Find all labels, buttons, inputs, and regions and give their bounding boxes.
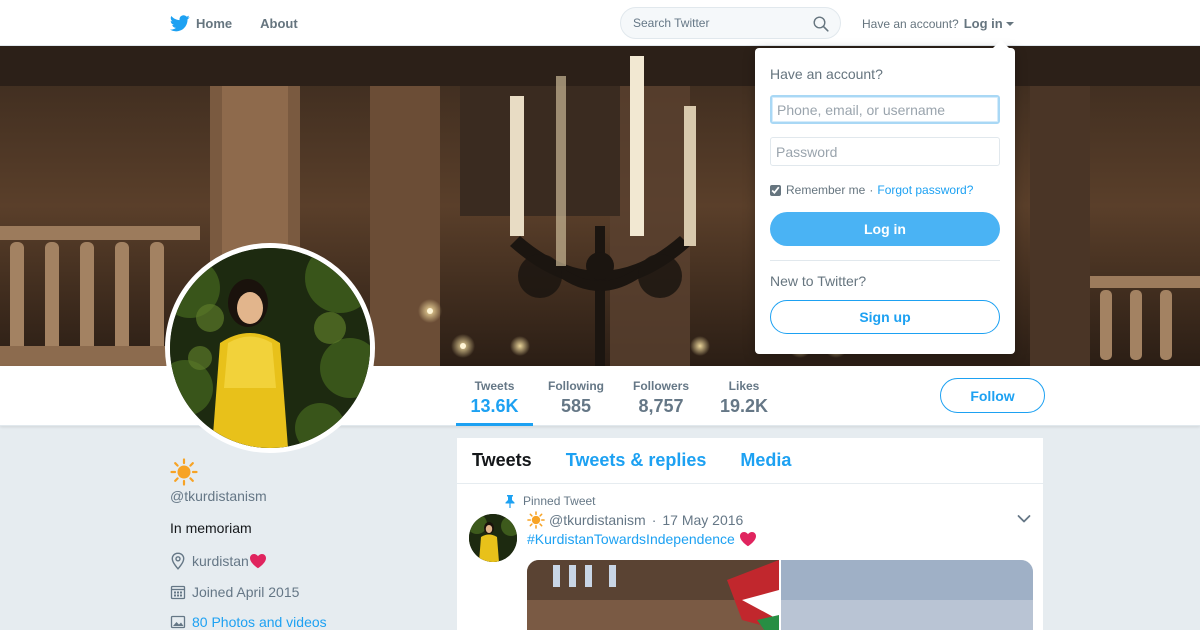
separator-dot: · [869,183,874,197]
nav-left: Home About [170,0,326,46]
username-input[interactable] [770,95,1000,124]
nav-home[interactable]: Home [170,14,233,32]
avatar-image [170,248,370,448]
profile-photos-link[interactable]: 80 Photos and videos [192,614,327,630]
profile-card: @tkurdistanism In memoriam kurdistan Joi… [170,458,430,630]
tweet-hashtag[interactable]: #KurdistanTowardsIndependence [527,531,735,547]
signup-button[interactable]: Sign up [770,300,1000,334]
location-pin-icon [171,552,185,570]
tab-media[interactable]: Media [740,450,791,471]
tweet-handle[interactable]: @tkurdistanism [549,512,646,528]
display-name [170,458,430,488]
tweet-header: @tkurdistanism · 17 May 2016 [527,511,743,529]
tweet-avatar[interactable] [469,514,517,562]
search-icon[interactable] [813,16,829,32]
login-dropdown: Have an account? Remember me · Forgot pa… [755,40,1015,354]
stat-following-value: 585 [560,396,592,416]
have-account-text: Have an account? [862,16,959,31]
stat-following[interactable]: Following 585 [543,366,609,426]
tweet-dot-separator: · [651,512,657,528]
profile-joined-text: Joined April 2015 [192,584,300,600]
profile-joined: Joined April 2015 [170,584,430,600]
tweet-text: #KurdistanTowardsIndependence [527,531,757,547]
timeline-tabs: Tweets Tweets & replies Media [457,438,1043,484]
profile-location-text: kurdistan [192,553,249,569]
follow-button[interactable]: Follow [940,378,1045,413]
stat-likes[interactable]: Likes 19.2K [714,366,774,426]
tweet-media[interactable] [527,560,1033,630]
caret-down-icon [1005,21,1014,26]
stat-likes-value: 19.2K [719,396,769,416]
stat-tweets-value: 13.6K [470,396,519,416]
stat-tweets[interactable]: Tweets 13.6K [456,366,533,426]
search-input[interactable] [633,16,803,30]
timeline: Tweets Tweets & replies Media Pinned Twe… [456,437,1044,630]
tab-tweets[interactable]: Tweets [472,450,532,471]
forgot-password-link[interactable]: Forgot password? [877,183,973,197]
profile-photos[interactable]: 80 Photos and videos [170,614,430,630]
remember-me-label[interactable]: Remember me [786,183,865,197]
profile-handle[interactable]: @tkurdistanism [170,488,430,504]
calendar-icon [170,585,186,600]
stat-likes-label: Likes [728,379,760,393]
tweet-avatar-image [469,514,517,562]
password-input[interactable] [770,137,1000,166]
pinned-label: Pinned Tweet [523,494,596,508]
profile-location: kurdistan [170,552,430,570]
profile-avatar[interactable] [165,243,375,453]
sun-emoji-icon [170,458,198,486]
tweet-media-image [527,560,1033,630]
pinned-tweet[interactable]: Pinned Tweet @tkurdistanism · 17 May 201… [457,484,1043,630]
remember-row: Remember me · Forgot password? [770,183,973,197]
dropdown-divider [770,260,1000,261]
profile-bio: In memoriam [170,520,252,536]
nav-about[interactable]: About [260,16,298,31]
stat-followers-label: Followers [632,379,689,393]
sun-emoji-icon [527,511,545,529]
login-button[interactable]: Log in [770,212,1000,246]
login-dropdown-title: Have an account? [770,66,883,82]
pin-icon [505,494,515,508]
photo-icon [170,615,186,629]
nav-about-label: About [260,15,298,31]
red-heart-icon [739,532,756,547]
tweet-date[interactable]: 17 May 2016 [662,512,743,528]
nav-home-label: Home [196,15,233,31]
tab-tweets-replies[interactable]: Tweets & replies [566,450,707,471]
twitter-bird-icon [170,14,190,31]
stat-following-label: Following [548,379,604,393]
stat-followers[interactable]: Followers 8,757 [627,366,695,426]
top-navigation-bar: Home About Have an account? Log in [0,0,1200,46]
pinned-indicator: Pinned Tweet [505,494,596,508]
remember-me-checkbox[interactable] [770,184,781,196]
login-link-label: Log in [963,16,1003,31]
new-to-twitter-text: New to Twitter? [770,273,867,289]
account-area: Have an account? Log in [862,16,1014,31]
stat-followers-value: 8,757 [638,396,684,416]
login-dropdown-toggle[interactable]: Log in [964,16,1014,31]
chevron-down-icon[interactable] [1017,514,1031,524]
red-heart-icon [249,554,266,569]
stat-tweets-label: Tweets [474,379,515,393]
search-box[interactable] [620,7,841,39]
